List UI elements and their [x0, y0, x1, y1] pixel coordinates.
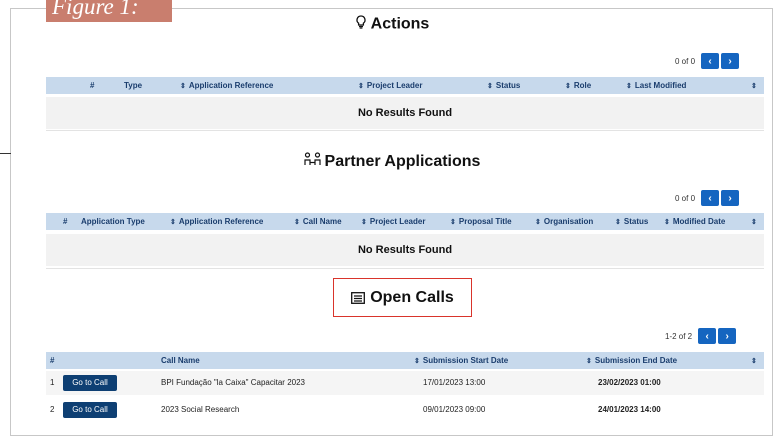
- open-calls-heading: Open Calls: [333, 278, 472, 317]
- list-icon: [351, 291, 366, 304]
- row-number: 2: [50, 405, 55, 414]
- sort-icon: ⇕: [294, 219, 300, 226]
- col-number[interactable]: #: [50, 352, 54, 369]
- open-calls-title: Open Calls: [370, 288, 454, 306]
- actions-pager: 0 of 0 ‹ ›: [675, 53, 740, 69]
- sort-icon: ⇕: [358, 83, 364, 90]
- col-project-leader[interactable]: ⇕ Project Leader: [361, 213, 425, 230]
- partner-page-count: 0 of 0: [675, 193, 696, 203]
- col-organisation[interactable]: ⇕ Organisation: [535, 213, 593, 230]
- row-number: 1: [50, 378, 55, 387]
- lightbulb-icon: [355, 15, 367, 34]
- submission-start: 09/01/2023 09:00: [423, 405, 486, 414]
- actions-next-button[interactable]: ›: [721, 53, 740, 69]
- go-to-call-button[interactable]: Go to Call: [63, 402, 117, 418]
- sort-icon: ⇕: [361, 219, 367, 226]
- sort-icon: ⇕: [626, 83, 632, 90]
- people-link-icon: [303, 152, 321, 172]
- table-row: 2 Go to Call 2023 Social Research 09/01/…: [46, 398, 764, 422]
- submission-end: 23/02/2023 01:00: [598, 378, 661, 387]
- actions-table-header: # Type ⇕ Application Reference ⇕ Project L…: [46, 77, 764, 94]
- col-application-type[interactable]: Application Type: [81, 213, 145, 230]
- partner-title: Partner Applications: [324, 153, 481, 171]
- actions-prev-button[interactable]: ‹: [701, 53, 720, 69]
- actions-title: Actions: [370, 15, 430, 33]
- sort-icon[interactable]: ⇕: [751, 213, 760, 230]
- partner-table-header: # Application Type ⇕ Application Referenc…: [46, 213, 764, 230]
- actions-page-count: 0 of 0: [675, 56, 696, 66]
- call-name: BPI Fundação "la Caixa" Capacitar 2023: [161, 378, 305, 387]
- sort-icon: ⇕: [535, 219, 541, 226]
- submission-end: 24/01/2023 14:00: [598, 405, 661, 414]
- sort-icon: ⇕: [450, 219, 456, 226]
- col-status[interactable]: ⇕ Status: [487, 77, 520, 94]
- partner-prev-button[interactable]: ‹: [701, 190, 720, 206]
- col-role[interactable]: ⇕ Role: [565, 77, 591, 94]
- col-submission-start-date[interactable]: ⇕ Submission Start Date: [414, 352, 508, 369]
- partner-next-button[interactable]: ›: [721, 190, 740, 206]
- partner-empty-message: No Results Found: [46, 234, 764, 266]
- col-call-name[interactable]: ⇕ Call Name: [294, 213, 342, 230]
- call-name: 2023 Social Research: [161, 405, 240, 414]
- divider: [46, 130, 764, 131]
- col-application-reference[interactable]: ⇕ Application Reference: [170, 213, 263, 230]
- sort-icon: ⇕: [414, 358, 420, 365]
- col-type[interactable]: Type: [124, 77, 142, 94]
- actions-empty-message: No Results Found: [46, 97, 764, 129]
- sort-icon: ⇕: [586, 358, 592, 365]
- submission-start: 17/01/2023 13:00: [423, 378, 486, 387]
- partner-pager: 0 of 0 ‹ ›: [675, 190, 740, 206]
- sort-icon: ⇕: [615, 219, 621, 226]
- col-status[interactable]: ⇕ Status: [615, 213, 648, 230]
- col-proposal-title[interactable]: ⇕ Proposal Title: [450, 213, 512, 230]
- sort-icon: ⇕: [487, 83, 493, 90]
- col-project-leader[interactable]: ⇕ Project Leader: [358, 77, 422, 94]
- divider: [46, 268, 764, 269]
- col-number[interactable]: #: [90, 77, 94, 94]
- col-submission-end-date[interactable]: ⇕ Submission End Date: [586, 352, 677, 369]
- col-modified-date[interactable]: ⇕ Modified Date: [664, 213, 725, 230]
- table-row: 1 Go to Call BPI Fundação "la Caixa" Cap…: [46, 371, 764, 395]
- col-call-name[interactable]: Call Name: [161, 352, 200, 369]
- sort-icon: ⇕: [170, 219, 176, 226]
- open-calls-pager: 1-2 of 2 ‹ ›: [665, 328, 737, 344]
- sort-icon: ⇕: [664, 219, 670, 226]
- open-calls-next-button[interactable]: ›: [718, 328, 737, 344]
- go-to-call-button[interactable]: Go to Call: [63, 375, 117, 391]
- open-calls-table-header: # Call Name ⇕ Submission Start Date ⇕ Subm…: [46, 352, 764, 369]
- actions-heading: Actions: [0, 15, 784, 34]
- partner-heading: Partner Applications: [0, 152, 784, 172]
- sort-icon: ⇕: [565, 83, 571, 90]
- sort-icon[interactable]: ⇕: [751, 77, 760, 94]
- col-last-modified[interactable]: ⇕ Last Modified: [626, 77, 686, 94]
- col-number[interactable]: #: [63, 213, 67, 230]
- col-application-reference[interactable]: ⇕ Application Reference: [180, 77, 273, 94]
- sort-icon[interactable]: ⇕: [751, 352, 760, 369]
- open-calls-prev-button[interactable]: ‹: [698, 328, 717, 344]
- sort-icon: ⇕: [180, 83, 186, 90]
- open-calls-page-count: 1-2 of 2: [665, 331, 693, 341]
